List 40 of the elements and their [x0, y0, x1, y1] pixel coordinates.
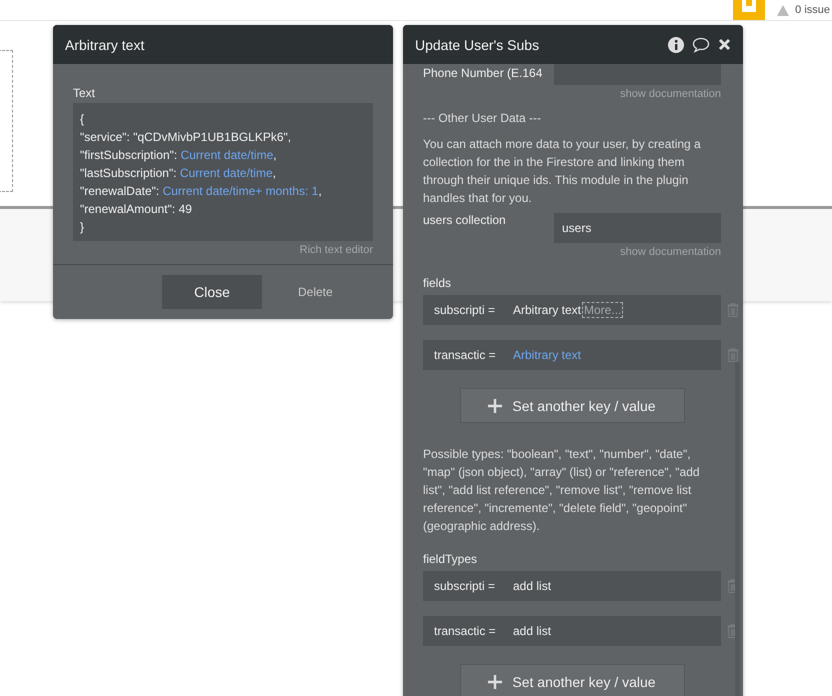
value-text: add list [513, 624, 552, 638]
value-text: Arbitrary text [513, 348, 582, 362]
input-field[interactable] [554, 64, 721, 85]
warning-icon [777, 4, 790, 16]
key-value-row[interactable]: subscripti = Arbitrary text More... [423, 295, 721, 325]
key-text: subscripti = [434, 579, 496, 593]
field-label: Text [73, 86, 96, 100]
field-label: users collection [423, 213, 506, 227]
text-editor-field[interactable]: { "service": "qCDvMivbP1UB1BGLKPk6", "firstSubscription": Current date/time, "lastSubscription": Current date/time, "renewalDate": Current date/time+ months: 1, "renewalAmount": 49 } [73, 103, 373, 241]
key-text: transactic = [434, 624, 497, 638]
key-text: transactic = [434, 348, 497, 362]
section-label: fieldTypes [423, 552, 478, 566]
info-icon[interactable] [668, 36, 684, 52]
panel-title: Update User's Subs [415, 36, 540, 52]
add-key-value-button[interactable]: Set another key / value [460, 388, 684, 423]
help-text: Possible types: "boolean", "text", "number", "date", "map" (json object), "array" (list) or "reference", "add list", "add list reference", "remove list", "remove list reference", "incremente", "delete field", "geopoint" (geographic address). [423, 446, 701, 535]
close-icon[interactable] [718, 38, 731, 51]
help-text: You can attach more data to your user, by creating a collection for the in the Firestore and linking them through their unique ids. This module in the plugin handles that for you. [423, 136, 702, 207]
panel-title: Arbitrary text [65, 36, 144, 52]
comment-icon[interactable] [692, 36, 710, 52]
field-label: Phone Number (E.164 [423, 65, 542, 80]
plus-icon [488, 398, 502, 412]
add-key-value-button[interactable]: Set another key / value [460, 664, 684, 696]
key-value-row[interactable]: transactic = add list [423, 616, 721, 646]
trash-icon[interactable] [727, 303, 739, 317]
issues-count[interactable]: 0 issue [795, 4, 830, 16]
trash-icon[interactable] [727, 348, 739, 362]
section-label: fields [423, 276, 452, 290]
key-value-row[interactable]: transactic = Arbitrary text [423, 340, 721, 370]
delete-button[interactable]: Delete [298, 285, 333, 299]
plus-icon [488, 674, 502, 688]
help-text: --- Other User Data --- [423, 110, 542, 127]
value-text: Arbitrary text [513, 303, 582, 317]
value-text: add list [513, 579, 552, 593]
close-button[interactable]: Close [162, 275, 262, 309]
key-value-row[interactable]: subscripti = add list [423, 571, 721, 601]
input-field[interactable]: users [554, 213, 721, 243]
key-text: subscripti = [434, 303, 496, 317]
scrollbar[interactable] [735, 362, 740, 696]
box-icon[interactable] [733, 0, 766, 20]
